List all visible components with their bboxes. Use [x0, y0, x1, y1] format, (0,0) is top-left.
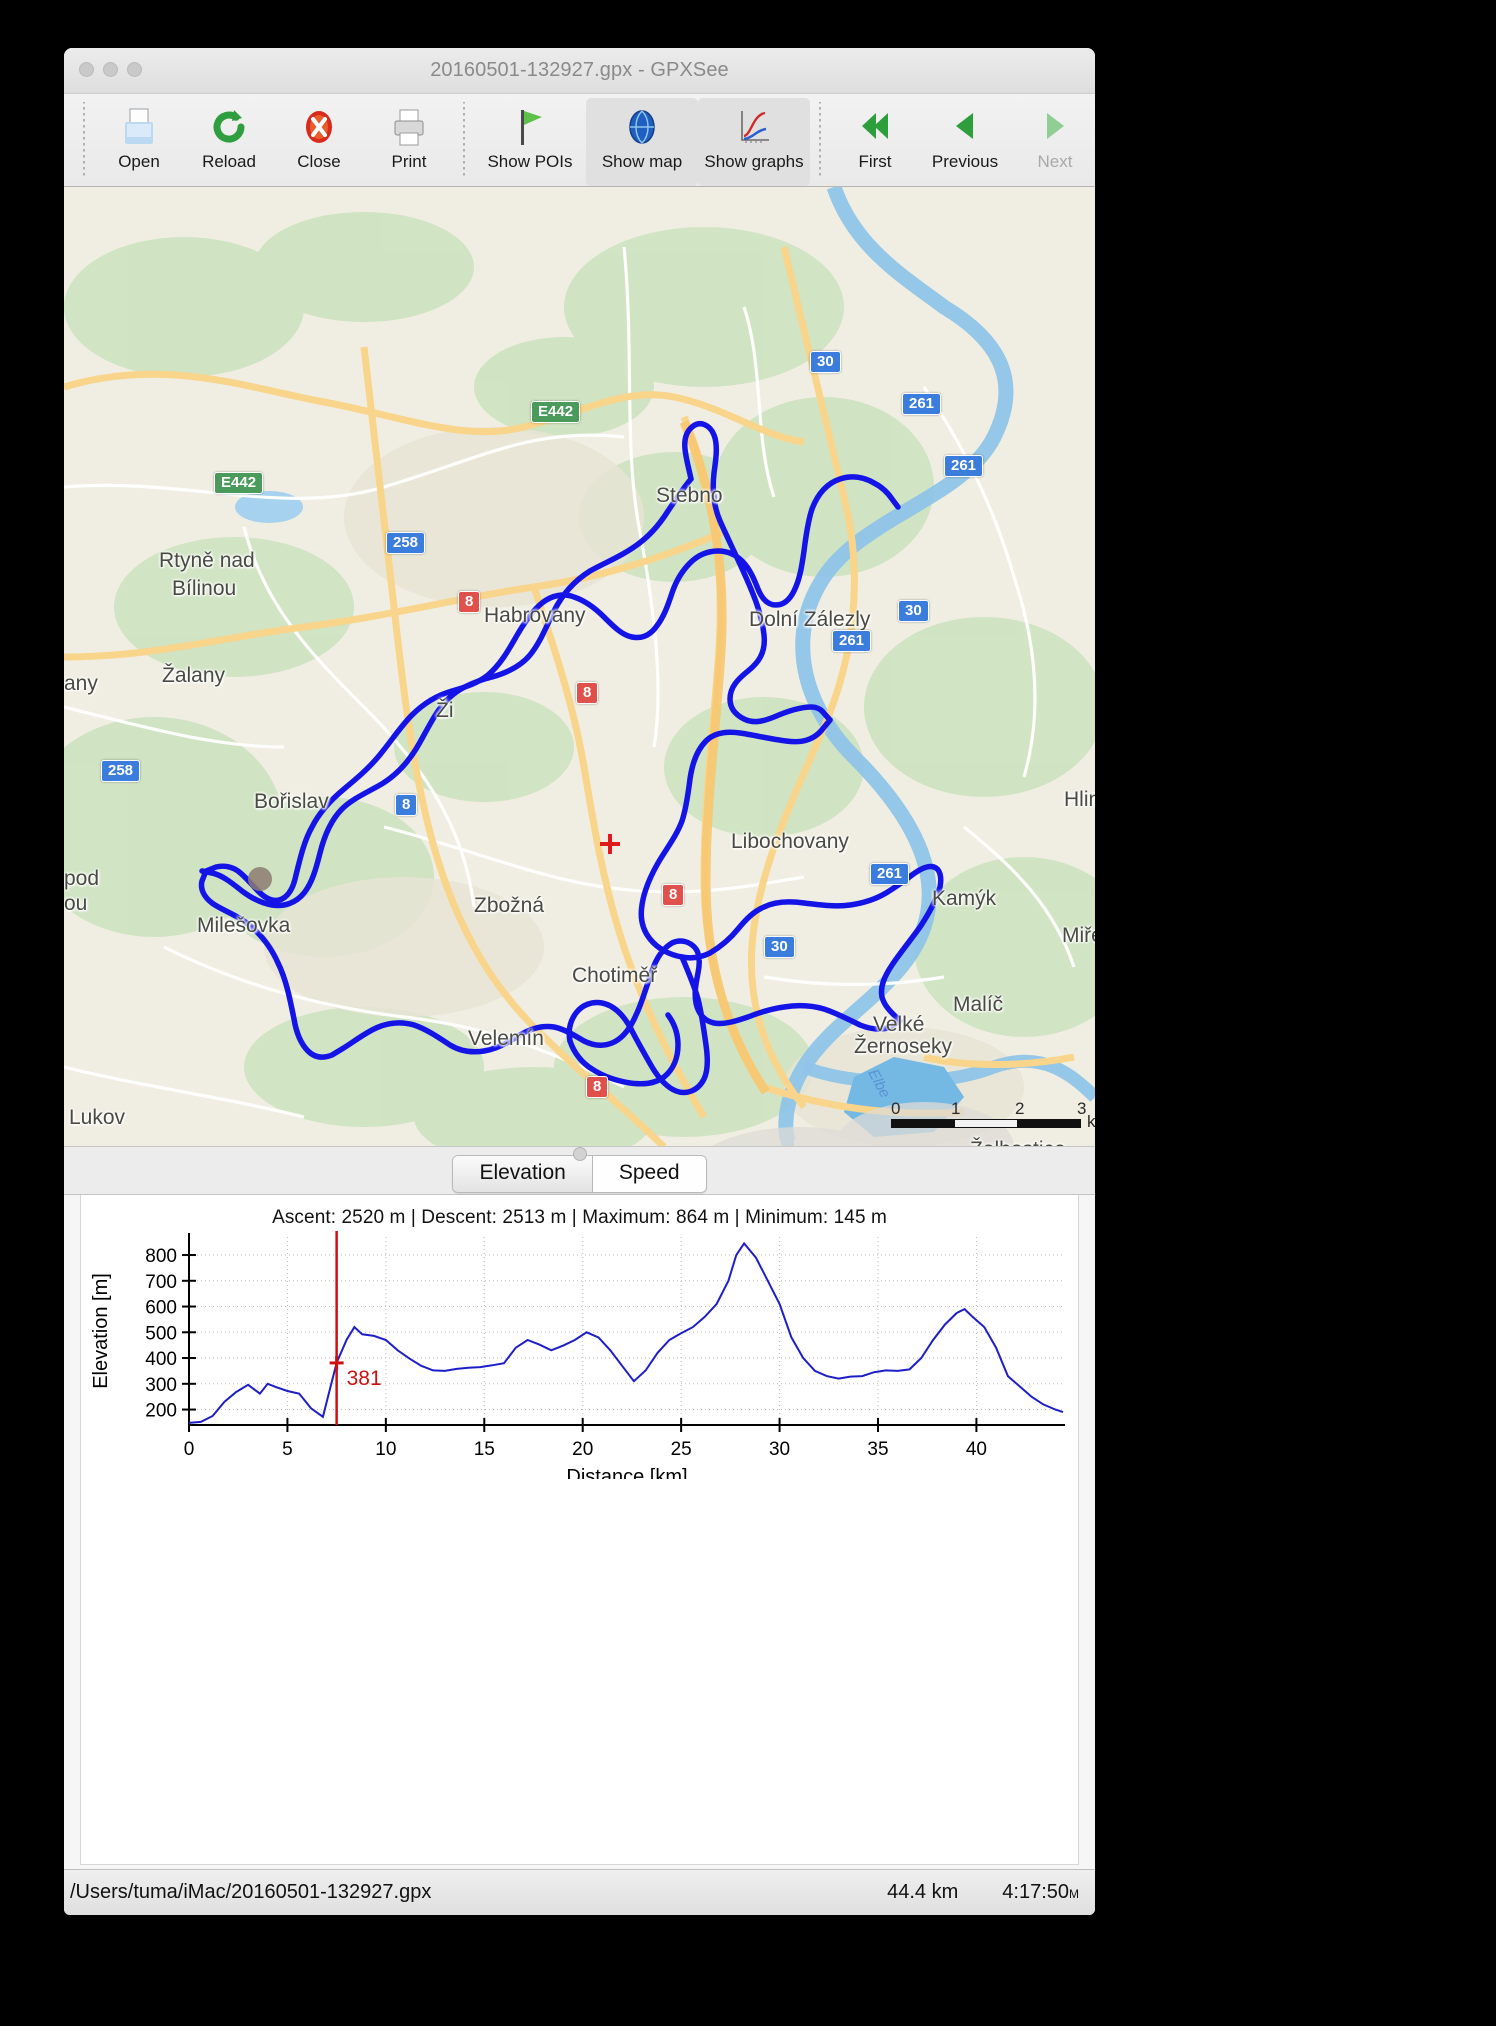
window-title: 20160501-132927.gpx - GPXSee — [430, 59, 729, 81]
y-tick-label: 500 — [145, 1323, 177, 1344]
scale-label-1: 1 — [951, 1099, 961, 1118]
y-axis-label: Elevation [m] — [90, 1273, 112, 1389]
scale-label-3: 3 — [1077, 1099, 1087, 1118]
elevation-graph-panel[interactable]: Ascent: 2520 m | Descent: 2513 m | Maxim… — [80, 1195, 1079, 1865]
x-tick-label: 25 — [671, 1439, 692, 1460]
road-shield: 258 — [101, 760, 141, 783]
open-folder-icon — [119, 104, 159, 150]
first-icon — [854, 104, 896, 150]
x-tick-label: 20 — [572, 1439, 593, 1460]
peak-marker — [248, 867, 272, 891]
status-time: 4:17:50M — [1002, 1881, 1079, 1904]
plot-canvas: 200 300 400 500 600 700 800 0 5 10 15 20 25 30 35 40 Dis… — [90, 1231, 1065, 1488]
map-view[interactable]: Rtyně nad Bílinou Žalany any Bořislav Milešov… — [64, 187, 1095, 1147]
scale-label-2: 2 — [1015, 1099, 1025, 1118]
toolbar-label-show-graphs: Show graphs — [704, 152, 804, 171]
status-time-suffix: M — [1069, 1887, 1079, 1901]
tab-elevation[interactable]: Elevation — [453, 1155, 592, 1192]
y-tick-label: 700 — [145, 1272, 177, 1293]
reload-icon — [208, 104, 250, 150]
elevation-plot[interactable]: 200 300 400 500 600 700 800 0 5 10 15 20 25 30 35 40 Dis… — [81, 1229, 1078, 1488]
toolbar-label-previous: Previous — [931, 152, 999, 171]
toolbar-label-show-pois: Show POIs — [487, 152, 573, 171]
graph-stats-line: Ascent: 2520 m | Descent: 2513 m | Maxim… — [272, 1207, 887, 1228]
toolbar-button-first[interactable]: First — [830, 98, 920, 186]
toolbar-button-previous[interactable]: Previous — [920, 98, 1010, 186]
x-tick-label: 40 — [966, 1439, 987, 1460]
y-tick-label: 600 — [145, 1298, 177, 1319]
toolbar-label-open: Open — [118, 152, 160, 171]
toolbar-label-reload: Reload — [202, 152, 256, 171]
tab-speed[interactable]: Speed — [591, 1155, 706, 1192]
road-shield: 258 — [386, 532, 426, 555]
status-file-path: /Users/tuma/iMac/20160501-132927.gpx — [70, 1881, 432, 1903]
flag-icon — [509, 104, 551, 150]
title-bar: 20160501-132927.gpx - GPXSee — [64, 48, 1095, 94]
toolbar-label-show-map: Show map — [601, 152, 683, 171]
road-shield: 261 — [832, 630, 872, 653]
toolbar-label-first: First — [858, 152, 892, 171]
toolbar-button-show-graphs[interactable]: Show graphs — [698, 98, 810, 186]
previous-icon — [944, 104, 986, 150]
status-time-value: 4:17:50 — [1002, 1881, 1069, 1903]
road-shield: 30 — [898, 600, 929, 623]
globe-icon — [621, 104, 663, 150]
toolbar-separator — [819, 102, 821, 178]
close-icon — [298, 104, 340, 150]
road-shield: 261 — [944, 455, 984, 478]
app-window: 20160501-132927.gpx - GPXSee Open Reload… — [64, 48, 1095, 1915]
cursor-value-label: 381 — [347, 1367, 382, 1390]
road-shield: 261 — [902, 393, 942, 416]
map-canvas — [64, 187, 1095, 1146]
toolbar-label-next: Next — [1037, 152, 1073, 171]
road-shield: 30 — [810, 351, 841, 374]
toolbar-label-print: Print — [391, 152, 427, 171]
road-shield: 8 — [576, 682, 599, 705]
x-tick-label: 15 — [474, 1439, 495, 1460]
printer-icon — [388, 104, 430, 150]
scale-label-0: 0 — [891, 1099, 901, 1118]
toolbar-button-open[interactable]: Open — [94, 98, 184, 186]
x-axis-label: Distance [km] — [566, 1466, 687, 1479]
road-shield: 30 — [764, 936, 795, 959]
road-shield: 8 — [458, 591, 481, 614]
x-tick-label: 10 — [375, 1439, 396, 1460]
road-shield: E442 — [214, 472, 264, 495]
toolbar-label-close: Close — [297, 152, 341, 171]
road-shield: 8 — [662, 884, 685, 907]
toolbar-button-reload[interactable]: Reload — [184, 98, 274, 186]
y-tick-label: 800 — [145, 1246, 177, 1267]
toolbar-button-show-pois[interactable]: Show POIs — [474, 98, 586, 186]
scale-numbers: 0 1 2 3 — [891, 1099, 1086, 1119]
toolbar-separator — [463, 102, 465, 178]
graph-icon — [733, 104, 775, 150]
y-tick-label: 200 — [145, 1401, 177, 1422]
scale-bar-graphic — [891, 1119, 1081, 1128]
status-bar: /Users/tuma/iMac/20160501-132927.gpx 44.… — [64, 1869, 1095, 1915]
x-tick-label: 0 — [184, 1439, 195, 1460]
y-tick-label: 300 — [145, 1375, 177, 1396]
road-shield: E442 — [531, 401, 581, 424]
toolbar-button-next[interactable]: Next — [1010, 98, 1095, 186]
toolbar-button-close[interactable]: Close — [274, 98, 364, 186]
graph-splitter-bar[interactable]: Elevation Speed — [64, 1147, 1095, 1195]
x-tick-label: 5 — [282, 1439, 293, 1460]
status-distance: 44.4 km — [887, 1881, 959, 1903]
x-tick-label: 35 — [867, 1439, 888, 1460]
next-icon — [1034, 104, 1076, 150]
toolbar-button-print[interactable]: Print — [364, 98, 454, 186]
elevation-series — [188, 1241, 1064, 1424]
main-toolbar: Open Reload Close Print Show POIs Show m… — [64, 94, 1095, 187]
road-shield: 8 — [586, 1076, 609, 1099]
scale-unit-label: km — [1087, 1112, 1095, 1131]
road-shield: 8 — [395, 794, 418, 817]
road-shield: 261 — [870, 863, 910, 886]
toolbar-separator — [83, 102, 85, 178]
y-tick-label: 400 — [145, 1349, 177, 1370]
toolbar-button-show-map[interactable]: Show map — [586, 98, 698, 186]
map-scale-bar: 0 1 2 3 km — [891, 1099, 1095, 1131]
x-tick-label: 30 — [769, 1439, 790, 1460]
splitter-grip[interactable] — [572, 1147, 587, 1161]
